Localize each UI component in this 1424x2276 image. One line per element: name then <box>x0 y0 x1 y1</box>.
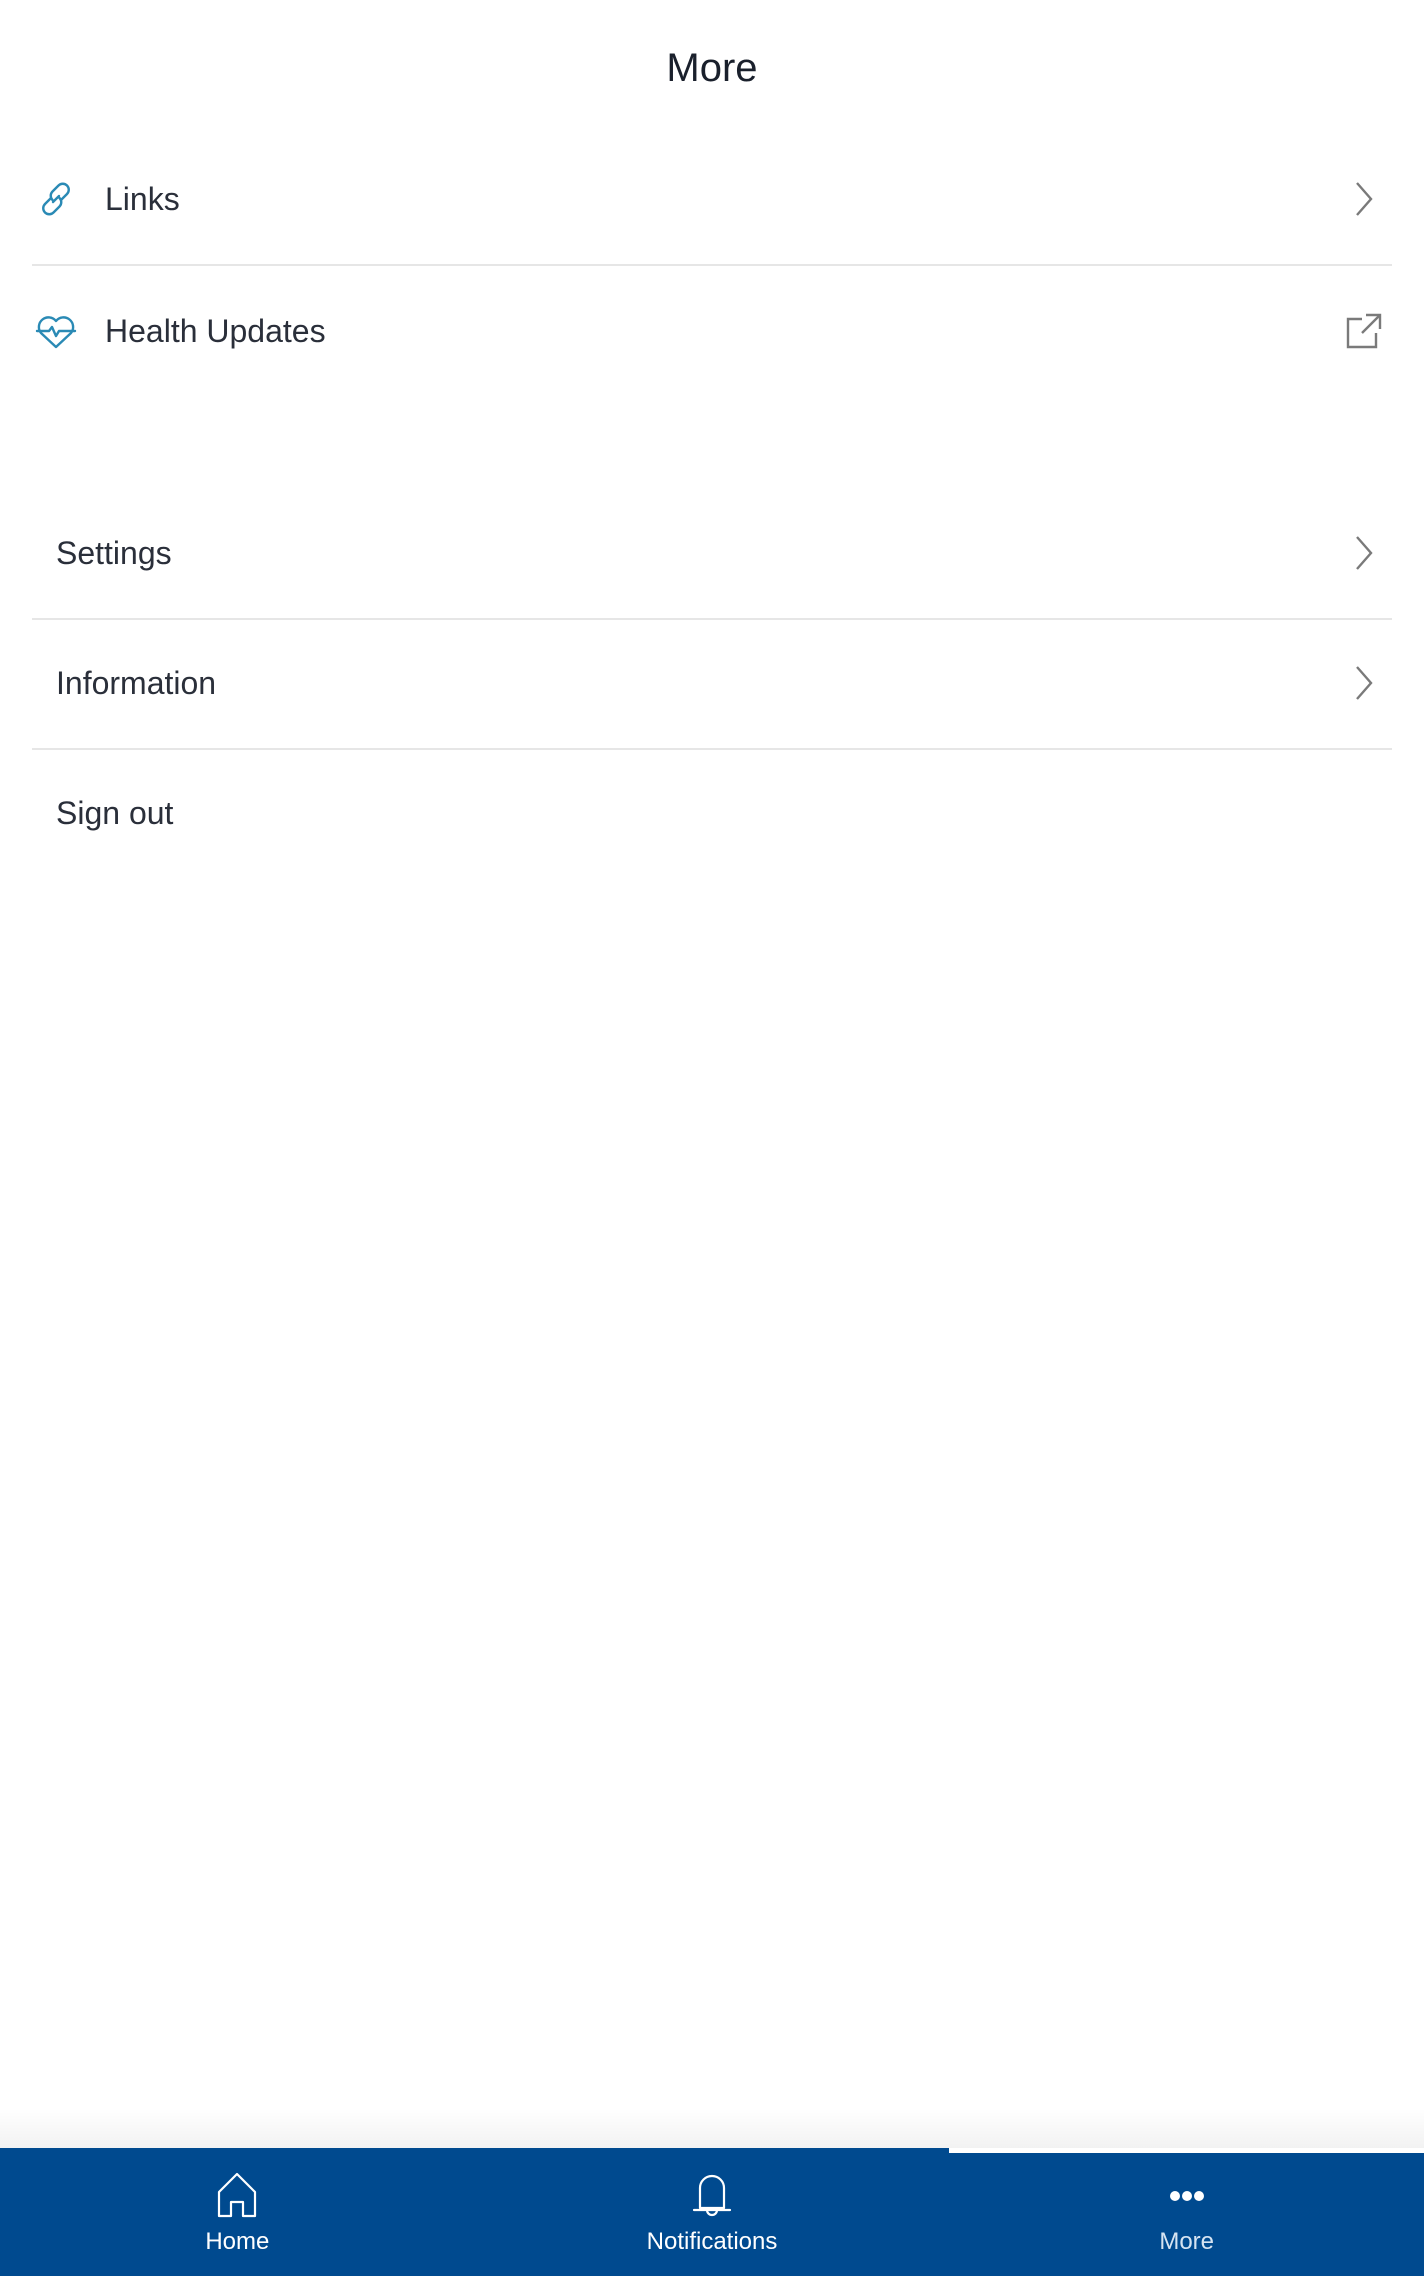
more-dots-icon <box>1169 2191 1204 2201</box>
menu-item-label: Links <box>105 180 180 217</box>
menu-item-sign-out[interactable]: Sign out <box>32 748 1392 878</box>
menu-item-links[interactable]: Links <box>32 134 1392 266</box>
chevron-right-icon <box>1344 663 1384 703</box>
menu-item-settings[interactable]: Settings <box>32 488 1392 620</box>
nav-label: Notifications <box>646 2228 778 2255</box>
menu-item-label: Information <box>56 664 217 701</box>
bell-icon <box>692 2174 732 2217</box>
menu-item-information[interactable]: Information <box>32 618 1392 750</box>
menu-item-label: Sign out <box>56 794 174 831</box>
nav-item-notifications[interactable]: Notifications <box>475 2148 950 2276</box>
chevron-right-icon <box>1344 179 1384 219</box>
nav-item-home[interactable]: Home <box>0 2148 475 2276</box>
link-icon <box>34 177 78 221</box>
menu-item-label: Settings <box>56 534 172 571</box>
home-icon <box>218 2172 257 2218</box>
menu-item-label: Health Updates <box>105 312 326 349</box>
nav-label: Home <box>205 2228 270 2255</box>
active-tab-indicator <box>949 2148 1424 2153</box>
nav-item-more[interactable]: More <box>949 2148 1424 2276</box>
chevron-right-icon <box>1344 533 1384 573</box>
nav-label: More <box>1159 2228 1215 2255</box>
bottom-nav: Home Notifications More <box>0 2148 1424 2276</box>
menu-item-health-updates[interactable]: Health Updates <box>32 266 1392 396</box>
page-title: More <box>666 46 758 90</box>
nav-shadow <box>0 2108 1424 2148</box>
external-link-icon <box>1344 311 1384 351</box>
heart-pulse-icon <box>34 309 78 353</box>
